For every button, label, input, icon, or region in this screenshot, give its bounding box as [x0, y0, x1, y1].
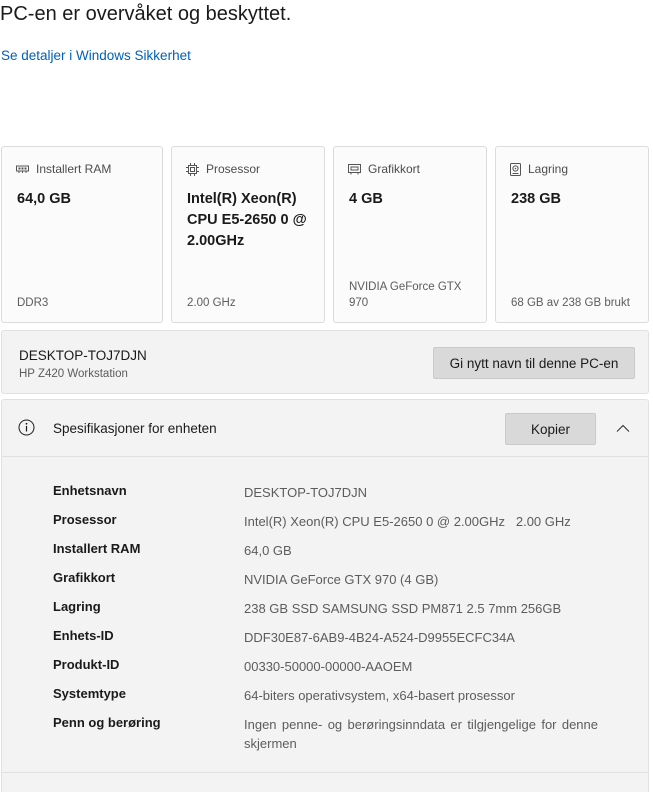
- storage-icon: [510, 162, 521, 176]
- spec-label: Lagring: [53, 599, 101, 614]
- specifications-title: Spesifikasjoner for enheten: [53, 421, 217, 436]
- card-storage: Lagring 238 GB 68 GB av 238 GB brukt: [495, 146, 649, 323]
- spec-label: Penn og berøring: [53, 715, 161, 730]
- card-value: 64,0 GB: [17, 191, 71, 207]
- device-name: DESKTOP-TOJ7DJN: [19, 348, 147, 363]
- card-subtext: 68 GB av 238 GB brukt: [511, 297, 630, 309]
- spec-label: Grafikkort: [53, 570, 116, 585]
- divider: [2, 772, 648, 773]
- copy-button[interactable]: Kopier: [505, 413, 596, 445]
- spec-label: Installert RAM: [53, 541, 141, 556]
- device-model: HP Z420 Workstation: [19, 368, 128, 380]
- processor-icon: [186, 162, 199, 176]
- chevron-up-icon[interactable]: [616, 420, 630, 438]
- windows-security-details-link[interactable]: Se detaljer i Windows Sikkerhet: [1, 48, 191, 63]
- spec-value: NVIDIA GeForce GTX 970 (4 GB): [244, 572, 439, 587]
- specifications-header[interactable]: Spesifikasjoner for enheten Kopier: [2, 400, 648, 457]
- device-specifications-panel: Spesifikasjoner for enheten Kopier Enhet…: [1, 399, 649, 792]
- info-icon: [18, 419, 35, 441]
- graphics-card-icon: [348, 163, 361, 175]
- hardware-summary-cards: Installert RAM 64,0 GB DDR3 Prosessor In…: [1, 146, 649, 323]
- spec-value: 64-biters operativsystem, x64-basert pro…: [244, 688, 515, 703]
- about-page: PC-en er overvåket og beskyttet. Se deta…: [0, 0, 653, 792]
- card-subtext: NVIDIA GeForce GTX 970: [349, 281, 462, 309]
- spec-label: Enhets-ID: [53, 628, 114, 643]
- card-subtext: 2.00 GHz: [187, 297, 236, 309]
- card-label: Prosessor: [206, 162, 261, 176]
- card-label: Grafikkort: [368, 162, 421, 176]
- ram-icon: [16, 164, 29, 174]
- spec-label: Systemtype: [53, 686, 126, 701]
- spec-label: Prosessor: [53, 512, 117, 527]
- spec-value: 64,0 GB: [244, 543, 292, 558]
- card-installed-ram: Installert RAM 64,0 GB DDR3: [1, 146, 163, 323]
- spec-label: Produkt-ID: [53, 657, 120, 672]
- spec-value: Ingen penne- og berøringsinndata er tilg…: [244, 717, 598, 751]
- spec-value: DESKTOP-TOJ7DJN: [244, 485, 368, 500]
- spec-label: Enhetsnavn: [53, 483, 127, 498]
- spec-value: DDF30E87-6AB9-4B24-A524-D9955ECFC34A: [244, 630, 515, 645]
- device-name-panel: DESKTOP-TOJ7DJN HP Z420 Workstation Gi n…: [1, 330, 649, 394]
- card-subtext: DDR3: [17, 297, 49, 309]
- card-processor: Prosessor Intel(R) Xeon(R) CPU E5-2650 0…: [171, 146, 325, 323]
- card-label: Installert RAM: [36, 162, 112, 176]
- security-status-title: PC-en er overvåket og beskyttet.: [0, 3, 292, 25]
- spec-value: Intel(R) Xeon(R) CPU E5-2650 0 @ 2.00GHz…: [244, 514, 571, 529]
- card-graphics: Grafikkort 4 GB NVIDIA GeForce GTX 970: [333, 146, 487, 323]
- card-value: 4 GB: [349, 191, 383, 207]
- card-value: Intel(R) Xeon(R) CPU E5-2650 0 @ 2.00GHz: [187, 191, 307, 249]
- card-label: Lagring: [528, 162, 569, 176]
- rename-pc-button[interactable]: Gi nytt navn til denne PC-en: [433, 347, 635, 379]
- card-value: 238 GB: [511, 191, 561, 207]
- spec-value: 00330-50000-00000-AAOEM: [244, 659, 413, 674]
- spec-value: 238 GB SSD SAMSUNG SSD PM871 2.5 7mm 256…: [244, 601, 562, 616]
